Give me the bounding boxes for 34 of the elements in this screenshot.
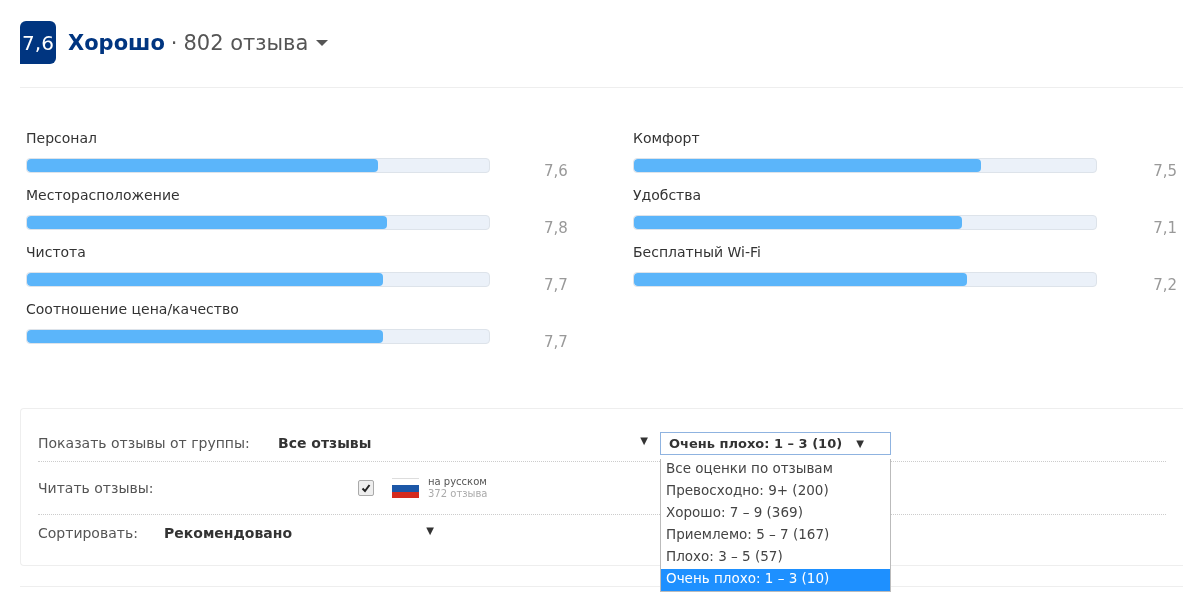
dropdown-option[interactable]: Все оценки по отзывам	[661, 458, 890, 481]
category-label: Удобства	[633, 187, 703, 205]
category-label: Соотношение цена/качество	[26, 301, 240, 319]
flag-icon	[392, 478, 419, 498]
rating-word: Хорошо	[68, 30, 165, 55]
score-value: 7,2	[1153, 276, 1178, 294]
checkbox[interactable]	[358, 480, 374, 496]
category-label: Бесплатный Wi-Fi	[633, 244, 762, 262]
category-label: Месторасположение	[26, 187, 181, 205]
review-count: 372 отзыва	[428, 488, 488, 500]
filter-label: Сортировать:	[38, 525, 139, 541]
score-value: 7,8	[544, 219, 569, 237]
caret-icon[interactable]	[316, 39, 329, 46]
category-label: Персонал	[26, 130, 98, 148]
score-value: 7,5	[1153, 162, 1178, 180]
language-name: на русском	[428, 476, 488, 488]
category-label: Комфорт	[633, 130, 701, 148]
review-count[interactable]: 802 отзыва	[183, 30, 309, 55]
separator-dot: ·	[170, 30, 178, 55]
score-value: 7,6	[544, 162, 569, 180]
dropdown-option[interactable]: Плохо: 3 – 5 (57)	[661, 546, 890, 569]
score-value: 7,7	[544, 276, 569, 294]
score-value: 7,1	[1153, 219, 1178, 237]
dropdown-option[interactable]: Хорошо: 7 – 9 (369)	[661, 502, 890, 525]
group-dropdown[interactable]: Все отзывы ▼	[278, 435, 660, 451]
score-badge: 7,6	[20, 21, 56, 64]
sort-dropdown[interactable]: Рекомендовано ▼	[164, 525, 434, 541]
filter-label: Читать отзывы:	[38, 480, 155, 496]
score-value: 7,7	[544, 333, 569, 351]
score-dropdown[interactable]: Очень плохо: 1 – 3 (10) ▼	[660, 431, 891, 455]
dropdown-option[interactable]: Превосходно: 9+ (200)	[661, 480, 890, 503]
category-label: Чистота	[26, 244, 87, 262]
dropdown-option[interactable]: Приемлемо: 5 – 7 (167)	[661, 524, 890, 547]
filter-label: Показать отзывы от группы:	[38, 435, 251, 451]
